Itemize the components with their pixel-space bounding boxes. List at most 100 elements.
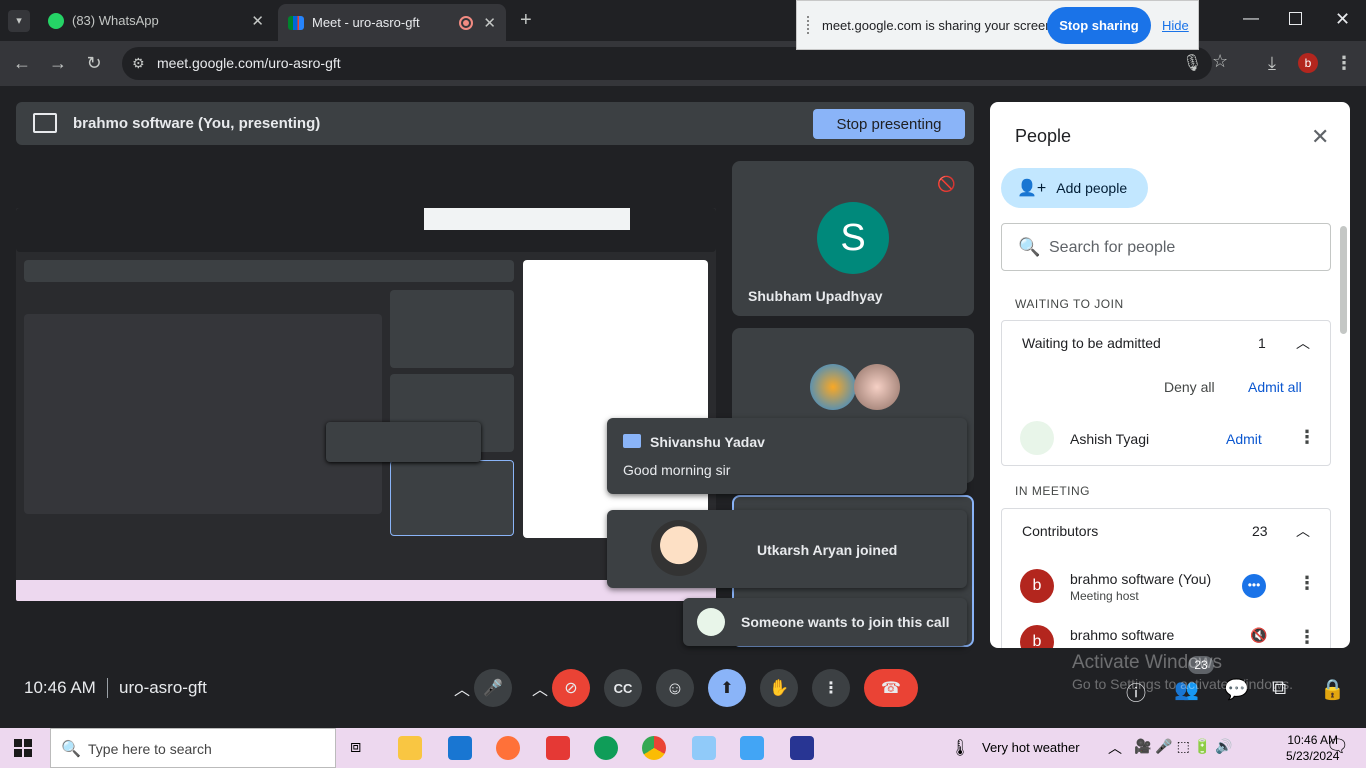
- hide-link[interactable]: Hide: [1162, 18, 1189, 33]
- mini-notification: [326, 422, 481, 462]
- edge-icon[interactable]: [594, 736, 618, 760]
- waiting-section-label: WAITING TO JOIN: [1015, 297, 1124, 311]
- activate-windows-title: Activate Windows: [1072, 652, 1222, 673]
- search-icon: 🔍: [1018, 237, 1041, 257]
- profile-avatar[interactable]: b: [1298, 53, 1318, 73]
- waiting-group-title[interactable]: Waiting to be admitted: [1022, 335, 1161, 351]
- video-options-chevron-icon[interactable]: ︿: [530, 669, 550, 707]
- back-icon[interactable]: ←: [10, 51, 34, 75]
- contributors-group: Contributors 23 ︿ b brahmo software (You…: [1001, 508, 1331, 648]
- maximize-icon[interactable]: [1289, 12, 1302, 25]
- chat-sender: Shivanshu Yadav: [650, 434, 765, 450]
- weather-icon[interactable]: 🌡: [950, 738, 970, 758]
- mini-tile: [390, 290, 514, 368]
- add-person-icon: 👤+: [1017, 180, 1047, 197]
- admit-button[interactable]: Admit: [1226, 431, 1262, 447]
- knock-notification[interactable]: Someone wants to join this call: [683, 598, 967, 646]
- wps-icon[interactable]: [546, 736, 570, 760]
- mic-icon[interactable]: 🎙: [1182, 53, 1202, 73]
- menu-icon[interactable]: ⋮: [1332, 51, 1356, 75]
- address-bar[interactable]: ⚙ meet.google.com/uro-asro-gft 🎙 ☆: [122, 47, 1228, 80]
- mic-off-icon: 🚫: [937, 176, 956, 193]
- chat-message: Good morning sir: [623, 462, 731, 478]
- chrome-icon[interactable]: [642, 736, 666, 760]
- search-icon: 🔍: [61, 741, 81, 758]
- stop-presenting-button[interactable]: Stop presenting: [813, 109, 965, 139]
- app-icon[interactable]: [740, 736, 764, 760]
- add-people-button[interactable]: 👤+ Add people: [1001, 168, 1148, 208]
- present-button[interactable]: ⬆: [708, 669, 746, 707]
- add-people-label: Add people: [1056, 180, 1128, 196]
- more-options-icon[interactable]: ⋮: [1298, 627, 1316, 648]
- emoji-button[interactable]: ☺: [656, 669, 694, 707]
- stop-sharing-button[interactable]: Stop sharing: [1047, 7, 1151, 44]
- chevron-up-icon[interactable]: ︿: [1296, 333, 1310, 353]
- meeting-code: uro-asro-gft: [119, 678, 207, 697]
- tab-title: Meet - uro-asro-gft: [312, 15, 420, 30]
- windows-start-icon[interactable]: [14, 739, 32, 757]
- participant-tile-shubham[interactable]: 🚫 S Shubham Upadhyay: [732, 161, 974, 316]
- notifications-icon[interactable]: 🗨: [1326, 736, 1349, 757]
- tab-whatsapp[interactable]: (83) WhatsApp ✕: [38, 5, 274, 36]
- close-window-icon[interactable]: ✕: [1335, 9, 1350, 30]
- taskbar-search-placeholder: Type here to search: [88, 741, 212, 757]
- mini-tile: [390, 460, 514, 536]
- more-options-button[interactable]: ⋮: [812, 669, 850, 707]
- tab-title: (83) WhatsApp: [72, 13, 159, 28]
- download-icon[interactable]: ⤓: [1260, 51, 1284, 75]
- weather-text[interactable]: Very hot weather: [982, 740, 1080, 755]
- drag-handle-icon[interactable]: [807, 16, 811, 34]
- camera-off-button[interactable]: ⊘: [552, 669, 590, 707]
- file-explorer-icon[interactable]: [398, 736, 422, 760]
- chat-notification[interactable]: Shivanshu Yadav Good morning sir: [607, 418, 967, 494]
- people-panel: People ✕ 👤+ Add people 🔍 Search for peop…: [990, 102, 1350, 648]
- tab-search-icon[interactable]: ▾: [8, 10, 30, 32]
- minimize-icon[interactable]: —: [1243, 10, 1259, 28]
- taskbar-search-input[interactable]: 🔍 Type here to search: [50, 728, 336, 768]
- tray-icons[interactable]: 🎥 🎤 ⬚ 🔋 🔊: [1134, 738, 1233, 755]
- screen-share-bar: meet.google.com is sharing your screen. …: [796, 0, 1199, 50]
- search-placeholder: Search for people: [1049, 239, 1176, 256]
- leave-call-button[interactable]: ☎: [864, 669, 918, 707]
- raise-hand-button[interactable]: ✋: [760, 669, 798, 707]
- reload-icon[interactable]: ↻: [82, 51, 106, 75]
- chevron-up-icon[interactable]: ︿: [1296, 521, 1310, 541]
- more-actions-icon[interactable]: •••: [1242, 574, 1266, 598]
- close-icon[interactable]: ✕: [1311, 124, 1329, 150]
- host-controls-icon[interactable]: 🔒: [1320, 677, 1345, 702]
- task-view-icon[interactable]: ⧈: [350, 736, 374, 760]
- dev-app-icon[interactable]: [790, 736, 814, 760]
- mail-icon[interactable]: [448, 736, 472, 760]
- mini-presenting-bar: [24, 260, 514, 282]
- divider: [107, 678, 108, 698]
- deny-all-button[interactable]: Deny all: [1164, 379, 1215, 395]
- more-options-icon[interactable]: ⋮: [1298, 427, 1316, 448]
- tray-chevron-icon[interactable]: ︿: [1108, 738, 1122, 758]
- bookmark-star-icon[interactable]: ☆: [1212, 51, 1228, 72]
- panel-title: People: [1015, 126, 1072, 146]
- chat-icon: [623, 434, 641, 448]
- contributors-title[interactable]: Contributors: [1022, 523, 1098, 539]
- more-options-icon[interactable]: ⋮: [1298, 573, 1316, 594]
- firefox-icon[interactable]: [496, 736, 520, 760]
- app-icon[interactable]: [692, 736, 716, 760]
- meeting-clock: 10:46 AM: [24, 678, 96, 697]
- tab-meet[interactable]: Meet - uro-asro-gft ✕: [278, 4, 506, 41]
- url-text[interactable]: meet.google.com/uro-asro-gft: [157, 55, 341, 71]
- forward-icon[interactable]: →: [46, 51, 70, 75]
- close-tab-icon[interactable]: ✕: [483, 14, 496, 32]
- search-people-input[interactable]: 🔍 Search for people: [1001, 223, 1331, 271]
- recording-icon: [459, 15, 474, 30]
- mini-people-panel: [523, 260, 708, 538]
- admit-all-button[interactable]: Admit all: [1248, 379, 1302, 395]
- site-info-icon[interactable]: ⚙: [132, 55, 145, 72]
- new-tab-icon[interactable]: +: [520, 9, 532, 32]
- audio-options-chevron-icon[interactable]: ︿: [452, 669, 472, 707]
- captions-button[interactable]: CC: [604, 669, 642, 707]
- mic-button[interactable]: 🎤: [474, 669, 512, 707]
- close-tab-icon[interactable]: ✕: [251, 12, 264, 30]
- avatar: b: [1020, 569, 1054, 603]
- avatar: [810, 364, 856, 410]
- people-scrollbar[interactable]: [1340, 226, 1347, 334]
- presenting-label: brahmo software (You, presenting): [73, 115, 321, 132]
